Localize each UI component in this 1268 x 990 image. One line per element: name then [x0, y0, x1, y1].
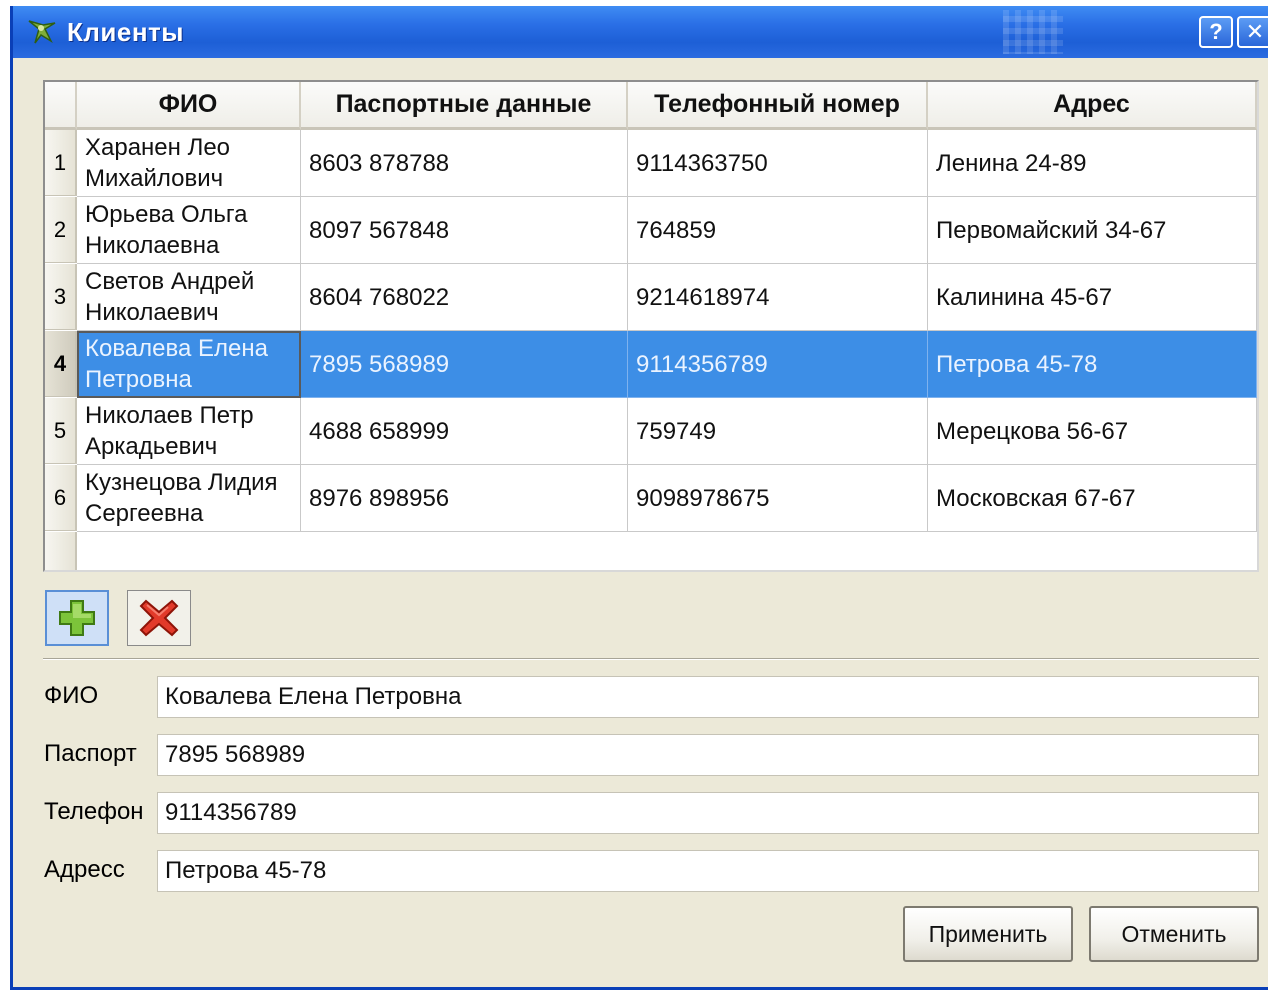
close-button[interactable]: ✕ [1237, 16, 1268, 48]
table-header: ФИО Паспортные данные Телефонный номер А… [45, 82, 1257, 130]
column-header-phone[interactable]: Телефонный номер [628, 82, 928, 130]
column-header-passport[interactable]: Паспортные данные [301, 82, 628, 130]
cell-phone[interactable]: 759749 [628, 398, 928, 465]
cell-address[interactable]: Петрова 45-78 [928, 331, 1257, 398]
cell-phone[interactable]: 9114356789 [628, 331, 928, 398]
row-header[interactable]: 1 [45, 130, 77, 196]
cell-address[interactable]: Ленина 24-89 [928, 130, 1257, 197]
cell-phone[interactable]: 9114363750 [628, 130, 928, 197]
table-row[interactable]: 6 Кузнецова Лидия Сергеевна 8976 898956 … [45, 465, 1257, 532]
table-row[interactable]: 5 Николаев Петр Аркадьевич 4688 658999 7… [45, 398, 1257, 465]
apply-button[interactable]: Применить [903, 906, 1073, 962]
address-field[interactable] [157, 850, 1259, 892]
cell-address[interactable]: Первомайский 34-67 [928, 197, 1257, 264]
separator [43, 658, 1259, 660]
cell-passport[interactable]: 8976 898956 [301, 465, 628, 532]
column-header-address[interactable]: Адрес [928, 82, 1257, 130]
clients-table[interactable]: ФИО Паспортные данные Телефонный номер А… [43, 80, 1259, 572]
cell-phone[interactable]: 9098978675 [628, 465, 928, 532]
delete-client-button[interactable] [127, 590, 191, 646]
cell-fio[interactable]: Николаев Петр Аркадьевич [77, 398, 301, 465]
titlebar-decoration [1003, 10, 1063, 54]
passport-field[interactable] [157, 734, 1259, 776]
cancel-button[interactable]: Отменить [1089, 906, 1259, 962]
cell-fio[interactable]: Юрьева Ольга Николаевна [77, 197, 301, 264]
red-x-icon [139, 599, 179, 637]
cell-passport[interactable]: 4688 658999 [301, 398, 628, 465]
window-title: Клиенты [67, 17, 184, 47]
help-button[interactable]: ? [1199, 16, 1233, 48]
cell-passport[interactable]: 8097 567848 [301, 197, 628, 264]
cell-passport[interactable]: 8603 878788 [301, 130, 628, 197]
phone-field[interactable] [157, 792, 1259, 834]
clients-window: Клиенты ? ✕ ФИО Паспортные данные Телефо… [10, 6, 1268, 990]
cell-phone[interactable]: 764859 [628, 197, 928, 264]
phone-label: Телефон [44, 798, 144, 825]
corner-header[interactable] [45, 82, 77, 130]
cell-passport[interactable]: 7895 568989 [301, 331, 628, 398]
row-header[interactable]: 5 [45, 398, 77, 464]
empty-row-header [45, 532, 77, 570]
title-bar[interactable]: Клиенты ? ✕ [13, 6, 1268, 58]
cell-address[interactable]: Московская 67-67 [928, 465, 1257, 532]
table-row-selected[interactable]: 4 Ковалева Елена Петровна 7895 568989 91… [45, 331, 1257, 398]
table-row[interactable]: 2 Юрьева Ольга Николаевна 8097 567848 76… [45, 197, 1257, 264]
plus-icon [59, 600, 95, 636]
app-icon [28, 20, 56, 44]
fio-label: ФИО [44, 682, 99, 709]
cell-passport[interactable]: 8604 768022 [301, 264, 628, 331]
cell-fio[interactable]: Светов Андрей Николаевич [77, 264, 301, 331]
passport-label: Паспорт [44, 740, 137, 767]
row-header[interactable]: 3 [45, 264, 77, 330]
fio-field[interactable] [157, 676, 1259, 718]
cell-phone[interactable]: 9214618974 [628, 264, 928, 331]
row-header[interactable]: 6 [45, 465, 77, 531]
cell-address[interactable]: Калинина 45-67 [928, 264, 1257, 331]
cell-fio[interactable]: Харанен Лео Михайлович [77, 130, 301, 197]
column-header-fio[interactable]: ФИО [77, 82, 301, 130]
table-row[interactable]: 1 Харанен Лео Михайлович 8603 878788 911… [45, 130, 1257, 197]
cell-fio[interactable]: Ковалева Елена Петровна [77, 331, 301, 398]
cell-address[interactable]: Мерецкова 56-67 [928, 398, 1257, 465]
add-client-button[interactable] [45, 590, 109, 646]
table-row[interactable]: 3 Светов Андрей Николаевич 8604 768022 9… [45, 264, 1257, 331]
row-header[interactable]: 4 [45, 331, 77, 397]
cell-fio[interactable]: Кузнецова Лидия Сергеевна [77, 465, 301, 532]
row-header[interactable]: 2 [45, 197, 77, 263]
address-label: Адресс [44, 856, 125, 883]
